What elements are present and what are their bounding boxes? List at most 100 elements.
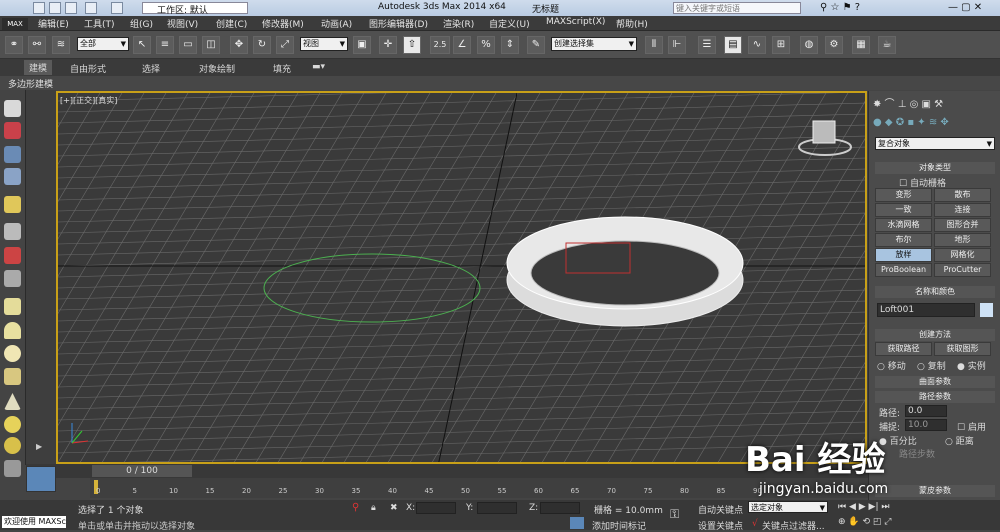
snap-enable-checkbox[interactable]: ☐ 启用 — [957, 420, 986, 433]
viewport-layout-icon[interactable] — [26, 466, 56, 492]
workspace-dropdown[interactable]: 工作区: 默认 — [142, 2, 248, 16]
viewport-label[interactable]: [+][正交][真实] — [60, 95, 117, 106]
menu-help[interactable]: 帮助(H) — [616, 17, 648, 30]
add-time-tag-label[interactable]: 添加时间标记 — [592, 519, 646, 532]
scale-icon[interactable]: ⤢ — [276, 36, 294, 54]
expand-arrow-icon[interactable]: ▶ — [36, 442, 42, 451]
ribbon-options-icon[interactable]: ▬▾ — [312, 62, 325, 72]
tab-freeform[interactable]: 自由形式 — [70, 62, 106, 75]
procutter-button[interactable]: ProCutter — [934, 263, 991, 277]
cone-icon[interactable] — [4, 393, 21, 410]
rollout-creation-method[interactable]: 创建方法 — [875, 329, 995, 341]
sun-icon[interactable] — [4, 416, 21, 433]
create-subtabs[interactable]: ● ◆ ✪ ▪ ✦ ≋ ✥ — [873, 117, 997, 131]
window-controls[interactable]: — ▢ ✕ — [948, 2, 982, 13]
instance-radio[interactable]: ● 实例 — [957, 359, 986, 372]
proboolean-button[interactable]: ProBoolean — [875, 263, 932, 277]
select-by-name-icon[interactable]: ≡ — [156, 36, 174, 54]
terrain-button[interactable]: 地形 — [934, 233, 991, 247]
angle-snap-icon[interactable]: ∠ — [453, 36, 471, 54]
tab-modeling[interactable]: 建模 — [24, 60, 53, 75]
rollout-name-color[interactable]: 名称和颜色 — [875, 286, 995, 298]
sphere-icon[interactable] — [4, 345, 21, 362]
menu-edit[interactable]: 编辑(E) — [38, 17, 69, 30]
snap-spinner[interactable]: 10.0 — [905, 419, 947, 431]
align-icon[interactable]: ⊩ — [668, 36, 686, 54]
command-tabs[interactable]: ✸ ⌒ ⊥ ◎ ▣ ⚒ — [873, 95, 997, 110]
named-selection-dropdown[interactable]: 创建选择集 — [551, 37, 637, 51]
object-color-swatch[interactable] — [980, 303, 993, 317]
app-logo-icon[interactable]: MAX — [2, 18, 28, 30]
spacewarp-icon[interactable] — [4, 270, 21, 287]
schematic-view-icon[interactable]: ⊞ — [772, 36, 790, 54]
select-object-icon[interactable]: ↖ — [133, 36, 151, 54]
copy-radio[interactable]: ○ 复制 — [917, 359, 946, 372]
shape-merge-button[interactable]: 图形合并 — [934, 218, 991, 232]
render-frame-icon[interactable]: ▦ — [852, 36, 870, 54]
set-key-label[interactable]: 设置关键点 — [698, 519, 743, 532]
helper-icon[interactable] — [4, 247, 21, 264]
menu-rendering[interactable]: 渲染(R) — [443, 17, 474, 30]
perspective-viewport[interactable] — [56, 91, 867, 464]
path-spinner[interactable]: 0.0 — [905, 405, 947, 417]
menu-modifiers[interactable]: 修改器(M) — [262, 17, 304, 30]
render-icon[interactable]: ☕ — [878, 36, 896, 54]
curve-editor-icon[interactable]: ∿ — [748, 36, 766, 54]
open-icon[interactable] — [49, 2, 61, 14]
menu-group[interactable]: 组(G) — [130, 17, 153, 30]
y-coordinate-field[interactable] — [477, 502, 517, 514]
mirror-icon[interactable]: ⫴ — [645, 36, 663, 54]
blobmesh-button[interactable]: 水滴网格 — [875, 218, 932, 232]
search-input[interactable]: 键入关键字或短语 — [673, 2, 801, 14]
undo-icon[interactable] — [85, 2, 97, 14]
transform-type-icon[interactable]: ✖ — [390, 503, 398, 513]
material-editor-icon[interactable]: ◍ — [800, 36, 818, 54]
conform-button[interactable]: 一致 — [875, 203, 932, 217]
rotate-icon[interactable]: ↻ — [253, 36, 271, 54]
rollout-surface-params[interactable]: 曲面参数 — [875, 376, 995, 388]
redo-icon[interactable] — [111, 2, 123, 14]
boolean-button[interactable]: 布尔 — [875, 233, 932, 247]
key-filters-button[interactable]: 关键点过滤器... — [762, 519, 825, 532]
object-name-input[interactable]: Loft001 — [877, 303, 975, 317]
selection-filter-dropdown[interactable]: 全部 — [77, 37, 129, 51]
bind-space-warp-icon[interactable]: ≋ — [52, 36, 70, 54]
move-radio[interactable]: ○ 移动 — [877, 359, 906, 372]
teapot-icon[interactable] — [4, 100, 21, 117]
new-icon[interactable] — [33, 2, 45, 14]
sphere-gold-icon[interactable] — [4, 437, 21, 454]
light-icon[interactable] — [4, 196, 21, 213]
lock-icon[interactable]: 🔒︎ — [371, 503, 376, 513]
menu-tools[interactable]: 工具(T) — [84, 17, 115, 30]
link-icon[interactable]: ⚭ — [5, 36, 23, 54]
add-time-tag-icon[interactable] — [570, 517, 584, 529]
ribbon-polygon-modeling[interactable]: 多边形建模 — [8, 77, 53, 90]
rollout-object-type[interactable]: 对象类型 — [875, 162, 995, 174]
info-center-icons[interactable]: ⚲ ☆ ⚑ ? — [820, 2, 920, 13]
navigation-controls[interactable]: ⊕ ✋ ⟲ ◰ ⤢ — [838, 517, 891, 527]
move-icon[interactable]: ✥ — [230, 36, 248, 54]
maxscript-mini-listener[interactable]: 欢迎使用 MAXSc — [2, 516, 66, 528]
render-setup-icon[interactable]: ⚙ — [825, 36, 843, 54]
bowl-icon[interactable] — [4, 368, 21, 385]
rollout-path-params[interactable]: 路径参数 — [875, 391, 995, 403]
percent-snap-icon[interactable]: % — [477, 36, 495, 54]
box-icon[interactable] — [4, 298, 21, 315]
tab-selection[interactable]: 选择 — [142, 62, 160, 75]
table-icon[interactable] — [4, 168, 21, 185]
menu-maxscript[interactable]: MAXScript(X) — [546, 17, 605, 27]
list-icon[interactable] — [4, 146, 21, 163]
layer-manager-icon[interactable]: ☰ — [698, 36, 716, 54]
morph-button[interactable]: 变形 — [875, 188, 932, 202]
frame-counter[interactable]: 0 / 100 — [92, 465, 192, 477]
x-coordinate-field[interactable] — [416, 502, 456, 514]
save-icon[interactable] — [65, 2, 77, 14]
auto-key-label[interactable]: 自动关键点 — [698, 503, 743, 516]
camera-icon[interactable] — [4, 223, 21, 240]
particles-icon[interactable] — [4, 460, 21, 477]
category-dropdown[interactable]: 复合对象 — [875, 137, 995, 150]
key-icon[interactable]: ⚿ — [670, 507, 679, 522]
tab-populate[interactable]: 填充 — [273, 62, 291, 75]
edit-named-selection-icon[interactable]: ✎ — [527, 36, 545, 54]
menu-graph-editors[interactable]: 图形编辑器(D) — [369, 17, 428, 30]
